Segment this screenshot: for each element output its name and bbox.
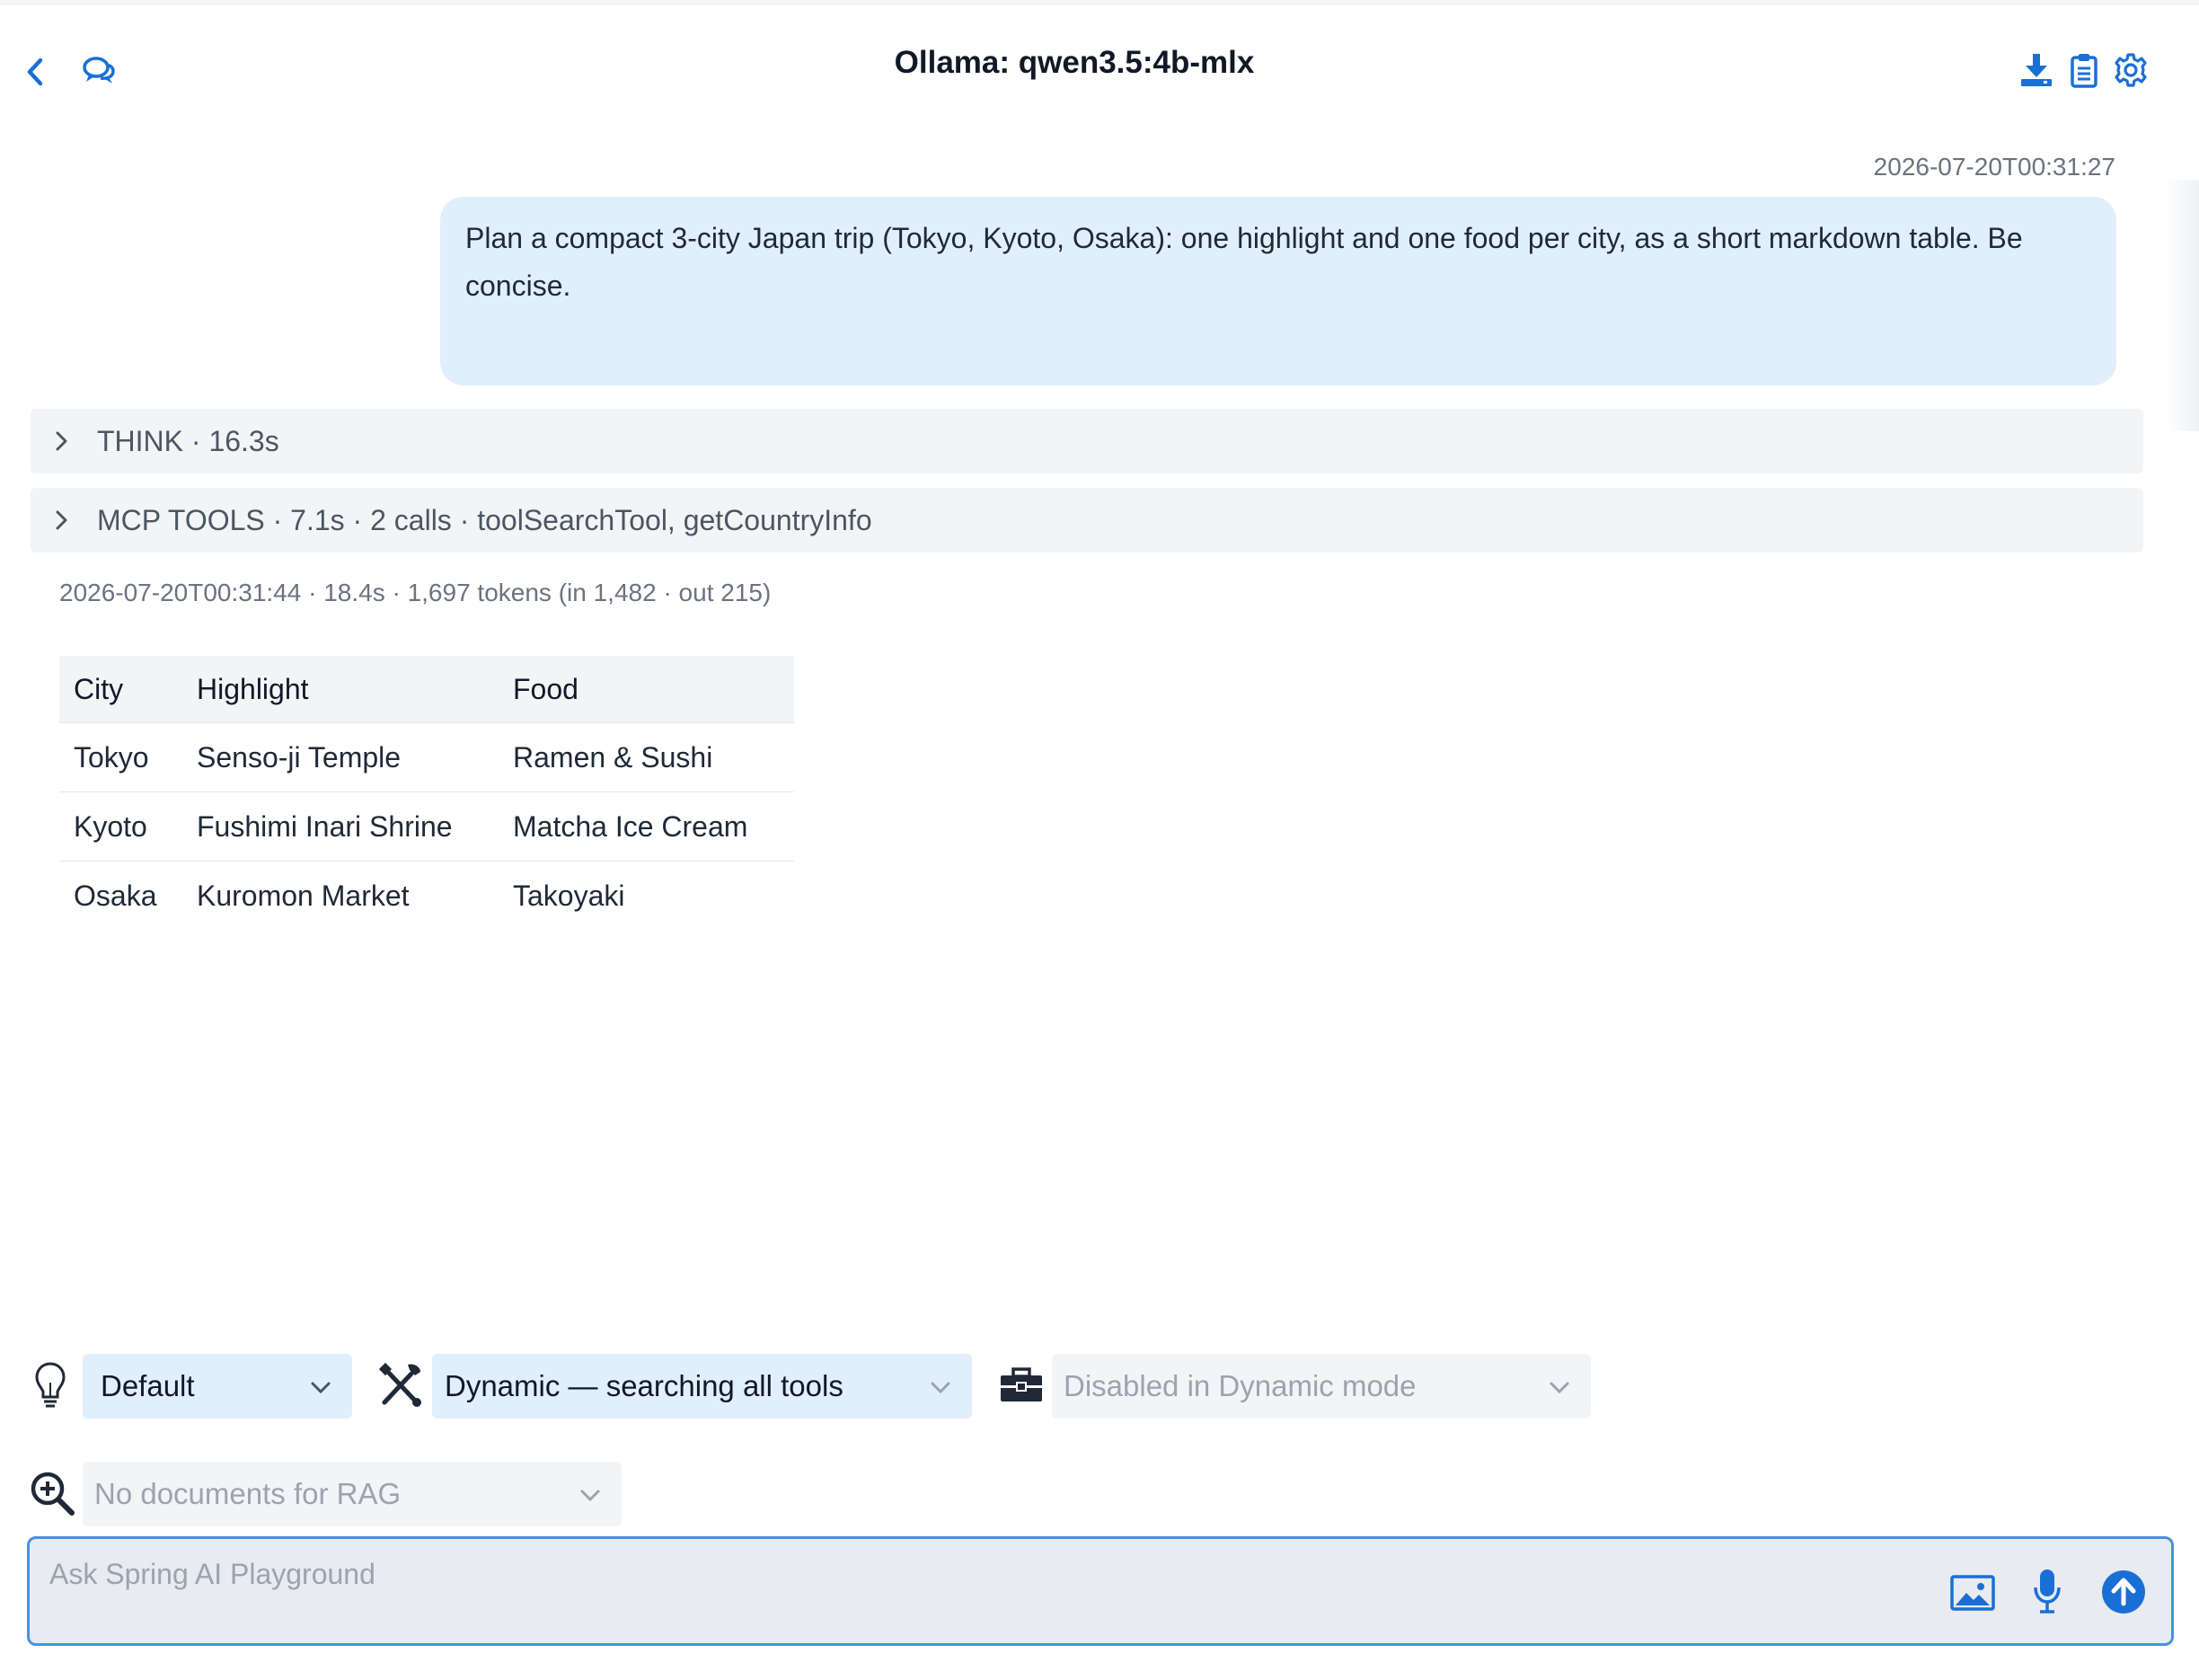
table-row: Kyoto Fushimi Inari Shrine Matcha Ice Cr… <box>59 791 794 862</box>
mcp-tools-section-toggle[interactable]: MCP TOOLS · 7.1s · 2 calls · toolSearchT… <box>31 488 2143 553</box>
send-arrow-icon[interactable] <box>2101 1569 2146 1614</box>
table-header-row: City Highlight Food <box>59 656 794 723</box>
table-row: Osaka Kuromon Market Takoyaki <box>59 861 794 930</box>
table-cell: Takoyaki <box>499 861 794 930</box>
table-cell: Fushimi Inari Shrine <box>182 791 499 862</box>
user-message-timestamp: 2026-07-20T00:31:27 <box>1873 153 2115 181</box>
toolbox-icon <box>999 1367 1044 1403</box>
user-message-bubble: Plan a compact 3-city Japan trip (Tokyo,… <box>440 197 2116 385</box>
edge-shadow <box>2165 180 2199 431</box>
table-cell: Osaka <box>59 861 182 930</box>
user-message-text: Plan a compact 3-city Japan trip (Tokyo,… <box>465 222 2023 302</box>
table-header-cell: Food <box>499 656 794 723</box>
download-icon[interactable] <box>2019 52 2053 88</box>
tools-mode-value: Dynamic — searching all tools <box>445 1369 843 1402</box>
think-label: THINK · 16.3s <box>97 424 279 457</box>
chevron-right-icon <box>56 510 67 530</box>
chat-input[interactable] <box>49 1552 1936 1596</box>
table-header-cell: City <box>59 656 182 723</box>
zoom-plus-icon <box>29 1470 75 1516</box>
header-bar: Ollama: qwen3.5:4b-mlx <box>0 0 2199 135</box>
rag-documents-select[interactable]: No documents for RAG <box>83 1462 622 1526</box>
rag-documents-value: No documents for RAG <box>94 1477 402 1510</box>
table-row: Tokyo Senso-ji Temple Ramen & Sushi <box>59 722 794 792</box>
system-prompt-value: Default <box>101 1369 195 1402</box>
lightbulb-icon <box>34 1361 66 1411</box>
table-header-cell: Highlight <box>182 656 499 723</box>
chevron-down-icon <box>580 1490 600 1502</box>
think-section-toggle[interactable]: THINK · 16.3s <box>31 409 2143 473</box>
tools-icon <box>377 1361 424 1410</box>
assistant-message-meta: 2026-07-20T00:31:44 · 18.4s · 1,697 toke… <box>59 579 772 606</box>
table-cell: Senso-ji Temple <box>182 722 499 792</box>
toolbox-select[interactable]: Disabled in Dynamic mode <box>1052 1354 1591 1419</box>
chevron-down-icon <box>931 1382 950 1394</box>
table-cell: Matcha Ice Cream <box>499 791 794 862</box>
page-title: Ollama: qwen3.5:4b-mlx <box>894 45 1255 80</box>
chevron-right-icon <box>56 431 67 451</box>
table-cell: Kuromon Market <box>182 861 499 930</box>
chevron-down-icon <box>311 1382 331 1394</box>
image-attach-icon[interactable] <box>1950 1575 1995 1611</box>
table-cell: Ramen & Sushi <box>499 722 794 792</box>
gear-icon[interactable] <box>2113 52 2149 88</box>
clipboard-icon[interactable] <box>2070 52 2098 88</box>
system-prompt-select[interactable]: Default <box>83 1354 352 1419</box>
mcp-tools-label: MCP TOOLS · 7.1s · 2 calls · toolSearchT… <box>97 503 872 536</box>
table-cell: Kyoto <box>59 791 182 862</box>
toolbox-value: Disabled in Dynamic mode <box>1064 1369 1417 1402</box>
table-cell: Tokyo <box>59 722 182 792</box>
result-table: City Highlight Food Tokyo Senso-ji Templ… <box>59 656 794 930</box>
tools-mode-select[interactable]: Dynamic — searching all tools <box>432 1354 972 1419</box>
chat-input-container <box>27 1536 2174 1646</box>
microphone-icon[interactable] <box>2033 1568 2062 1614</box>
chevron-down-icon <box>1550 1382 1569 1394</box>
